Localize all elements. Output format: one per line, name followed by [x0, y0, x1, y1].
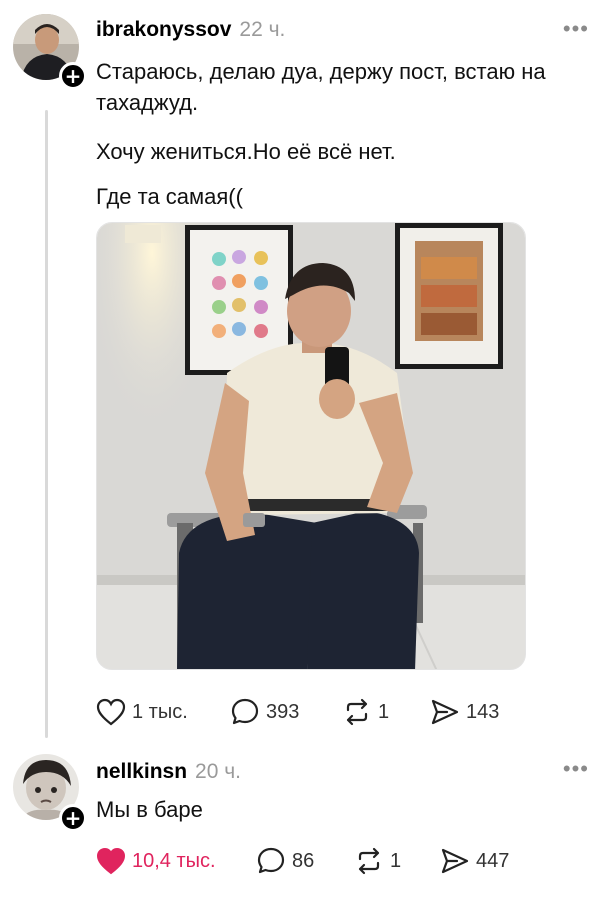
repost-button[interactable]: 1	[342, 697, 430, 727]
timestamp: 20 ч.	[195, 760, 241, 783]
username[interactable]: nellkinsn	[96, 760, 187, 784]
repost-icon	[358, 847, 380, 875]
repost-button[interactable]: 1	[354, 846, 440, 876]
share-button[interactable]: 447	[440, 847, 509, 875]
post-header: ibrakonyssov 22 ч.	[96, 18, 285, 42]
repost-icon	[346, 698, 368, 726]
share-count: 143	[466, 700, 500, 723]
comment-button[interactable]: 86	[256, 846, 354, 876]
comment-icon	[257, 847, 285, 874]
post-actions: 1 тыс. 393 1 143	[96, 697, 499, 727]
like-button[interactable]: 10,4 тыс.	[96, 847, 256, 875]
username[interactable]: ibrakonyssov	[96, 18, 231, 42]
like-count: 1 тыс.	[132, 700, 188, 723]
share-icon	[431, 699, 459, 725]
thread-line	[45, 110, 48, 738]
comment-count: 86	[292, 849, 315, 872]
post-header: nellkinsn 20 ч.	[96, 760, 241, 784]
comment-button[interactable]: 393	[230, 697, 342, 727]
follow-plus-icon[interactable]: +	[59, 62, 87, 90]
heart-icon	[96, 698, 126, 726]
more-icon[interactable]: •••	[563, 16, 589, 42]
share-icon	[441, 848, 469, 874]
more-icon[interactable]: •••	[563, 756, 589, 782]
heart-icon	[96, 847, 126, 875]
like-count: 10,4 тыс.	[132, 849, 216, 872]
comment-icon	[231, 698, 259, 725]
like-button[interactable]: 1 тыс.	[96, 698, 230, 726]
post-text-line: Стараюсь, делаю дуа, держу пост, встаю н…	[96, 59, 546, 115]
repost-count: 1	[390, 849, 402, 872]
repost-count: 1	[378, 700, 390, 723]
follow-plus-icon[interactable]: +	[59, 804, 87, 832]
reply-post: + nellkinsn 20 ч. ••• Мы в баре 10,4 тыс…	[0, 748, 615, 900]
share-button[interactable]: 143	[430, 698, 499, 726]
post-text-line: Где та самая((	[96, 184, 243, 209]
comment-count: 393	[266, 700, 300, 723]
post-actions: 10,4 тыс. 86 1 447	[96, 846, 509, 876]
post-text-line: Мы в баре	[96, 797, 203, 822]
share-count: 447	[476, 849, 510, 872]
post-photo[interactable]	[96, 222, 526, 670]
timestamp: 22 ч.	[239, 18, 286, 41]
thread-post: + ibrakonyssov 22 ч. ••• Стараюсь, делаю…	[0, 0, 615, 740]
post-text-line: Хочу жениться.Но её всё нет.	[96, 139, 396, 164]
